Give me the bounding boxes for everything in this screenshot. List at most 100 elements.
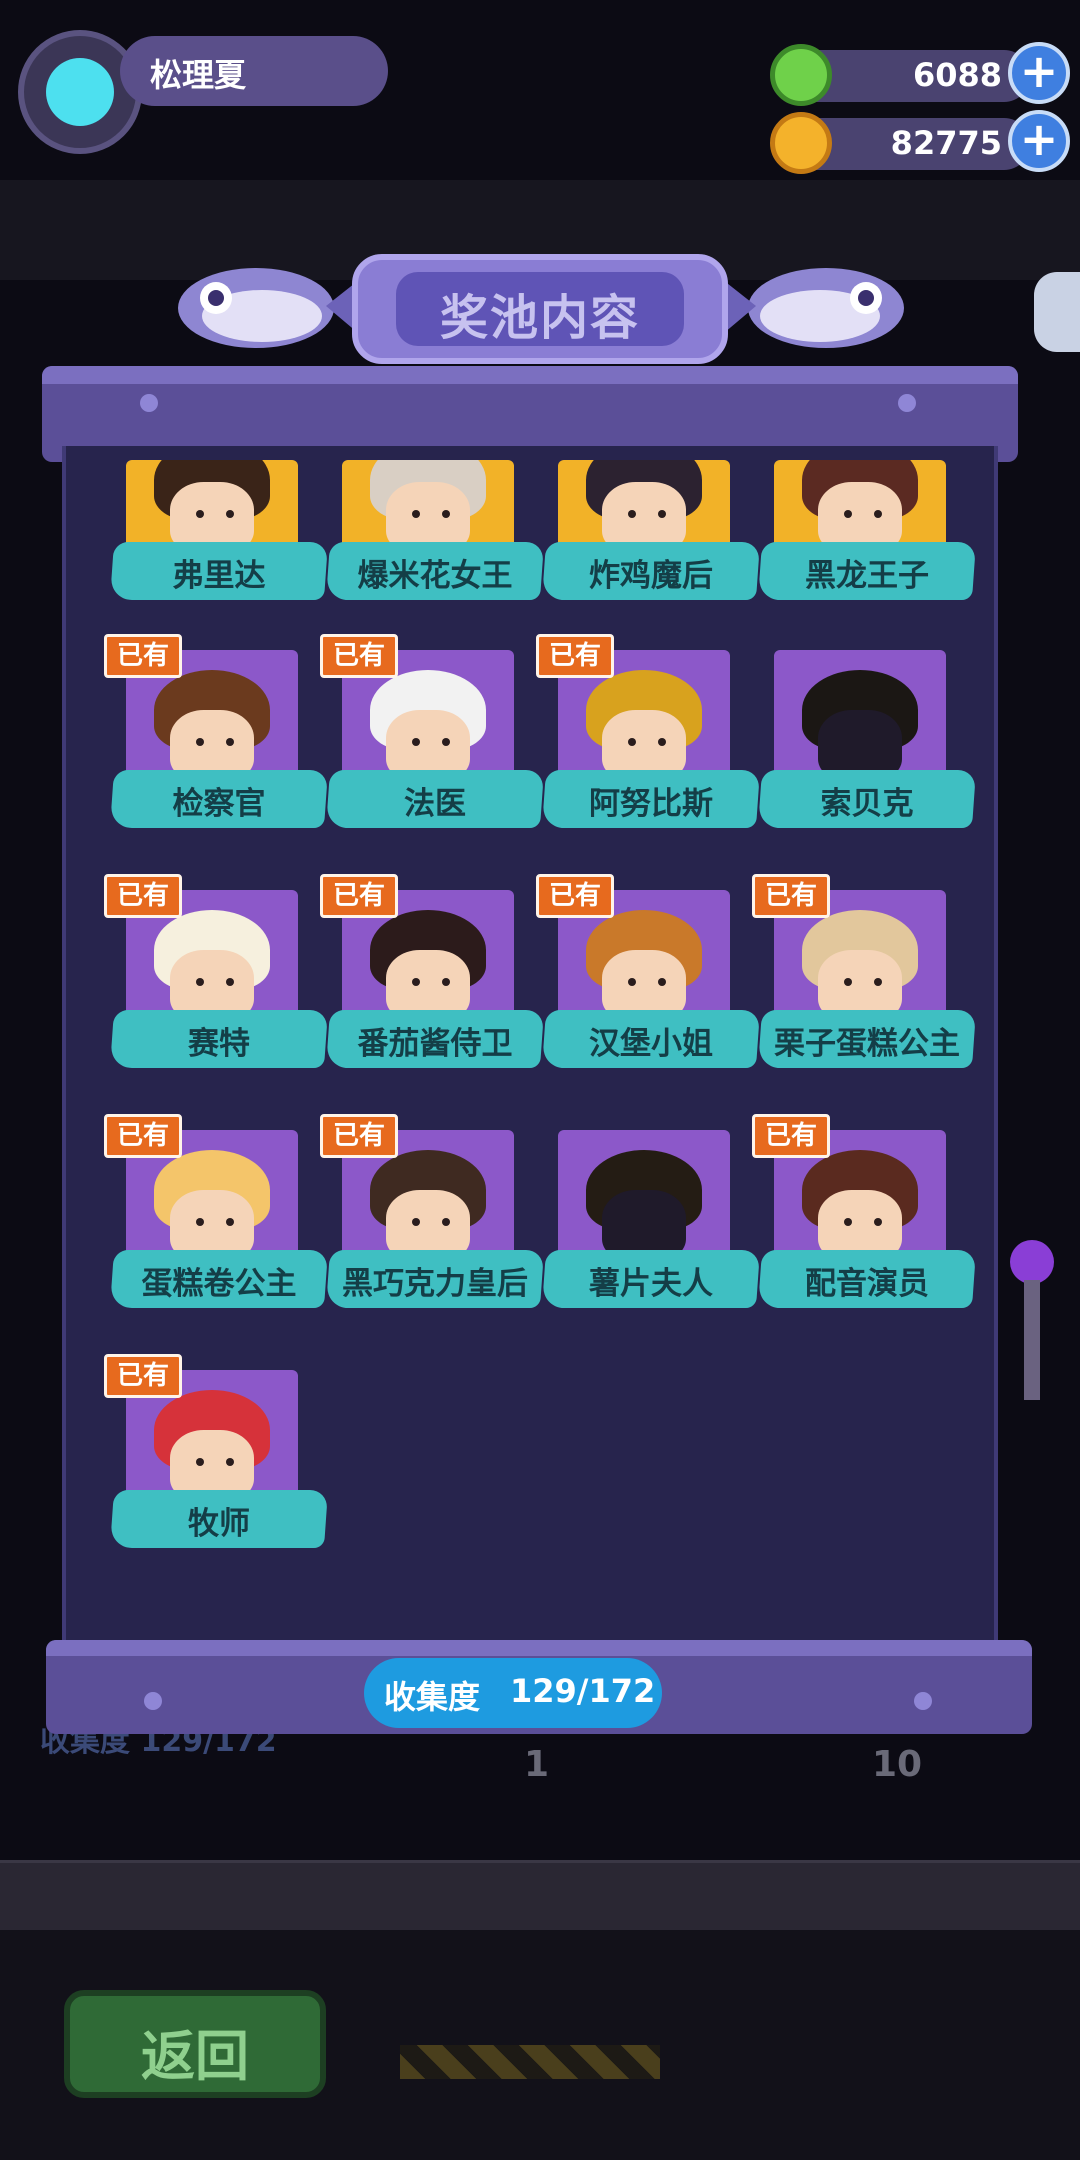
- character-eye: [442, 510, 450, 518]
- fish-decoration-right-icon: [716, 246, 906, 356]
- character-name: 牧师: [188, 1506, 250, 1542]
- character-eye: [412, 1218, 420, 1226]
- character-face: [818, 482, 902, 550]
- character-portrait: [774, 650, 946, 790]
- character-eye: [874, 978, 882, 986]
- character-card[interactable]: 赛特 已有: [104, 874, 329, 1090]
- character-name: 蛋糕卷公主: [141, 1266, 297, 1302]
- add-token-button[interactable]: +: [1008, 42, 1070, 104]
- fish-decoration-left-icon: [176, 246, 366, 356]
- hazard-stripe: [400, 2045, 660, 2079]
- character-eye: [196, 1218, 204, 1226]
- character-eye: [226, 738, 234, 746]
- character-card[interactable]: 黑巧克力皇后 已有: [320, 1114, 545, 1330]
- character-eye: [412, 510, 420, 518]
- character-eye: [442, 1218, 450, 1226]
- owned-badge: 已有: [536, 874, 614, 918]
- character-card[interactable]: 牧师 已有: [104, 1354, 329, 1570]
- character-eye: [628, 738, 636, 746]
- character-face: [602, 482, 686, 550]
- panel-header-lip: [42, 366, 1018, 384]
- character-eye: [226, 1218, 234, 1226]
- character-name: 索贝克: [820, 786, 914, 822]
- character-portrait: [558, 460, 730, 550]
- character-name: 黑巧克力皇后: [342, 1266, 528, 1302]
- owned-badge: 已有: [320, 1114, 398, 1158]
- bg-draw-ten-count: 10: [872, 1744, 923, 1785]
- character-card[interactable]: 阿努比斯 已有: [536, 634, 761, 850]
- character-eye: [412, 738, 420, 746]
- share-tab-icon[interactable]: [1034, 272, 1080, 352]
- avatar[interactable]: [18, 30, 142, 154]
- character-eye: [196, 1458, 204, 1466]
- add-coin-button[interactable]: +: [1008, 110, 1070, 172]
- character-name: 汉堡小姐: [589, 1026, 713, 1062]
- character-eye: [874, 510, 882, 518]
- character-eye: [196, 978, 204, 986]
- lever-knob[interactable]: [1010, 1240, 1054, 1284]
- character-portrait: [126, 460, 298, 550]
- bg-shelf-strip: [0, 1860, 1080, 1936]
- character-card[interactable]: 薯片夫人: [541, 1130, 761, 1330]
- collection-value: 129/172: [510, 1672, 656, 1710]
- character-card[interactable]: 汉堡小姐 已有: [536, 874, 761, 1090]
- owned-badge: 已有: [536, 634, 614, 678]
- character-card[interactable]: 炸鸡魔后: [541, 448, 761, 648]
- character-eye: [844, 510, 852, 518]
- character-eye: [226, 978, 234, 986]
- character-name: 薯片夫人: [589, 1266, 713, 1302]
- owned-badge: 已有: [104, 634, 182, 678]
- back-button-label[interactable]: 返回: [64, 2012, 326, 2091]
- rivet: [898, 394, 916, 412]
- owned-badge: 已有: [752, 874, 830, 918]
- character-portrait: [774, 460, 946, 550]
- character-card[interactable]: 爆米花女王: [325, 448, 545, 648]
- character-eye: [844, 978, 852, 986]
- owned-badge: 已有: [104, 1114, 182, 1158]
- character-eye: [628, 978, 636, 986]
- player-name: 松理夏: [150, 56, 247, 94]
- character-name: 黑龙王子: [805, 558, 929, 594]
- character-name: 弗里达: [172, 558, 266, 594]
- owned-badge: 已有: [104, 1354, 182, 1398]
- character-eye: [628, 510, 636, 518]
- token-count: 6088: [912, 56, 1002, 94]
- character-eye: [196, 738, 204, 746]
- character-portrait: [342, 460, 514, 550]
- character-eye: [226, 510, 234, 518]
- character-name: 番茄酱侍卫: [357, 1026, 513, 1062]
- lever-stick: [1024, 1280, 1040, 1400]
- character-eye: [442, 738, 450, 746]
- character-name: 炸鸡魔后: [589, 558, 713, 594]
- gold-planet-coin-icon: [770, 112, 832, 174]
- character-eye: [658, 738, 666, 746]
- green-token-icon: [770, 44, 832, 106]
- rivet: [914, 1692, 932, 1710]
- character-eye: [196, 510, 204, 518]
- character-card[interactable]: 栗子蛋糕公主 已有: [752, 874, 977, 1090]
- page-title: 奖池内容: [439, 290, 640, 346]
- character-portrait: [558, 1130, 730, 1270]
- character-name: 栗子蛋糕公主: [774, 1026, 960, 1062]
- bg-draw-one-count: 1: [524, 1744, 550, 1785]
- panel-footer-lip: [46, 1640, 1032, 1656]
- character-card[interactable]: 法医 已有: [320, 634, 545, 850]
- owned-badge: 已有: [320, 874, 398, 918]
- character-eye: [226, 1458, 234, 1466]
- character-eye: [874, 1218, 882, 1226]
- rivet: [144, 1692, 162, 1710]
- character-eye: [844, 1218, 852, 1226]
- character-card[interactable]: 蛋糕卷公主 已有: [104, 1114, 329, 1330]
- character-name: 阿努比斯: [589, 786, 713, 822]
- character-name: 爆米花女王: [357, 558, 513, 594]
- character-card[interactable]: 配音演员 已有: [752, 1114, 977, 1330]
- character-card[interactable]: 检察官 已有: [104, 634, 329, 850]
- character-card[interactable]: 黑龙王子: [757, 448, 977, 648]
- character-card[interactable]: 弗里达: [109, 448, 329, 648]
- character-name: 检察官: [172, 786, 266, 822]
- character-card[interactable]: 索贝克: [757, 650, 977, 850]
- owned-badge: 已有: [104, 874, 182, 918]
- character-card[interactable]: 番茄酱侍卫 已有: [320, 874, 545, 1090]
- character-name: 赛特: [188, 1026, 250, 1062]
- character-name: 配音演员: [805, 1266, 929, 1302]
